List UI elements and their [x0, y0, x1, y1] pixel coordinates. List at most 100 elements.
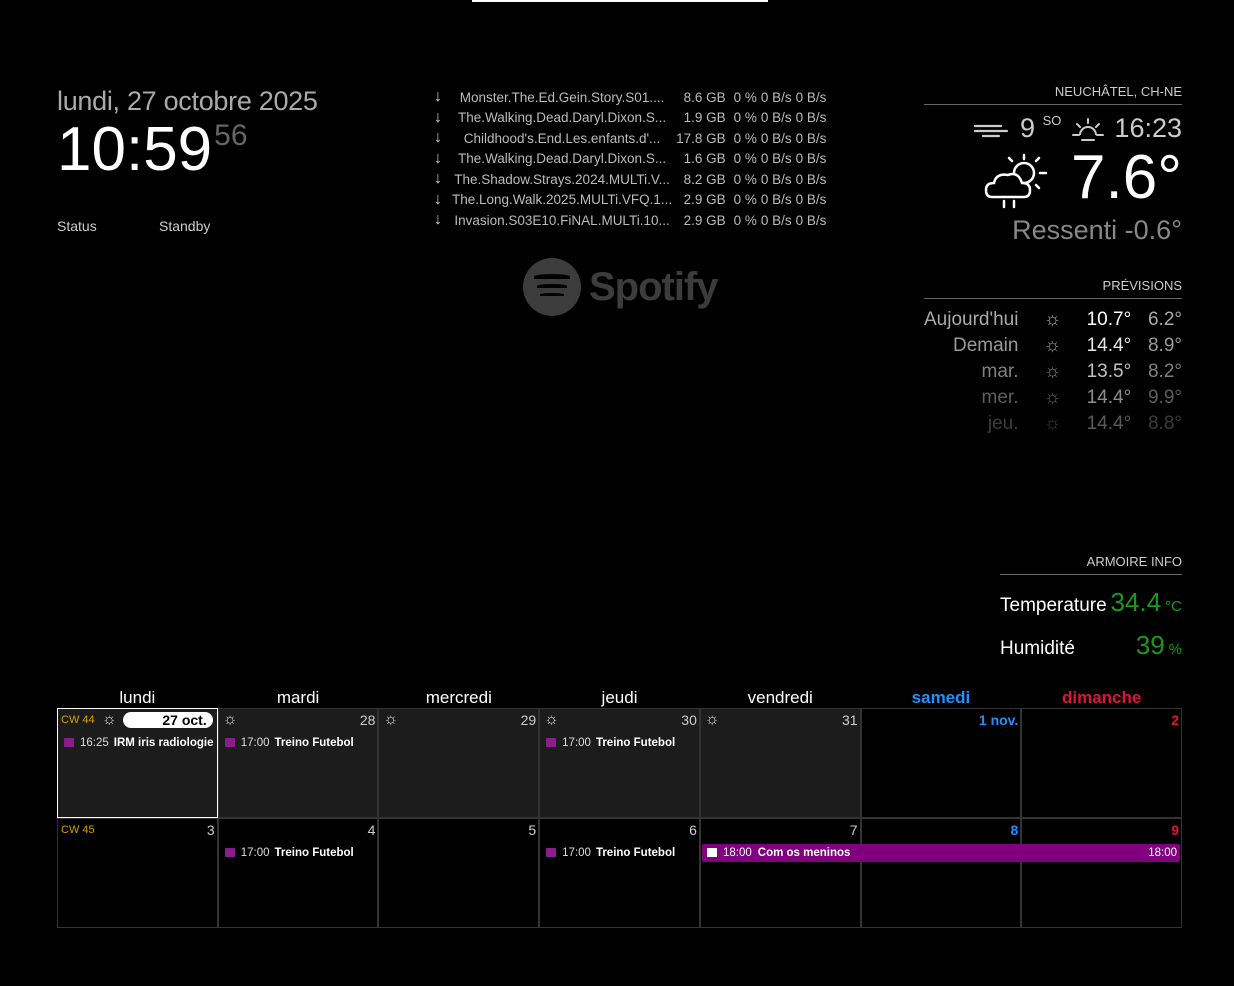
cloud-sun-rain-icon: ☼ [383, 711, 399, 728]
current-date: lundi, 27 octobre 2025 [57, 86, 318, 116]
calendar-day-saturday[interactable]: 8 [860, 818, 1022, 928]
weekday-header: mardi [276, 688, 320, 707]
armoire-temperature-value: 34.4 [1110, 587, 1162, 617]
day-number: 28 [359, 712, 376, 728]
forecast-min: 8.8° [1147, 413, 1182, 434]
day-number: 8 [1010, 822, 1019, 838]
forecast-max: 14.4° [1086, 387, 1132, 408]
forecast-day: Aujourd'hui [924, 309, 1019, 330]
torrent-up: 0 B/s [795, 171, 827, 187]
calendar-icon [546, 848, 557, 858]
torrent-name: The.Walking.Dead.Daryl.Dixon.S... [458, 151, 667, 167]
download-arrow-icon: ↓ [434, 190, 442, 208]
event-time: 16:25 [80, 737, 109, 749]
calendar-event[interactable]: 17:00 Treino Futebol [224, 847, 354, 859]
event-time: 18:00 [723, 847, 752, 859]
rain-sun-cloud-icon [984, 153, 1048, 208]
download-arrow-icon: ↓ [434, 88, 442, 106]
forecast-day: Demain [953, 335, 1019, 356]
forecast-day: mar. [981, 361, 1019, 382]
calendar-day-sunday[interactable]: 2 [1021, 708, 1183, 818]
armoire-info: ARMOIRE INFO Temperature 34.4 °C Humidité… [1000, 554, 1182, 661]
event-title: Treino Futebol [595, 737, 676, 749]
cloud-sun-rain-icon: ☼ [704, 711, 720, 728]
torrent-row: ↓ The.Walking.Dead.Daryl.Dixon.S... 1.6 GB… [428, 149, 830, 170]
event-title: Com os meninos [757, 847, 851, 859]
torrent-progress: 0 % [733, 192, 757, 208]
forecast-row: jeu. ☼ 14.4° 8.8° [924, 411, 1182, 437]
event-time: 17:00 [240, 737, 270, 749]
forecast-max: 13.5° [1086, 361, 1132, 382]
calendar-day-today[interactable]: CW 44 ☼ 27 oct. 16:25 IRM iris radiologie [57, 708, 218, 818]
torrent-list: ↓ Monster.The.Ed.Gein.Story.S01.... 8.6 GB… [428, 87, 830, 231]
torrent-up: 0 B/s [795, 151, 827, 167]
spotify-module: Spotify [523, 258, 719, 316]
torrent-down: 0 B/s [760, 110, 792, 126]
forecast-row: mer. ☼ 14.4° 9.9° [924, 385, 1182, 411]
day-number: 29 [520, 712, 537, 728]
calendar-event[interactable]: 16:25 IRM iris radiologie [64, 737, 213, 749]
torrent-up: 0 B/s [795, 212, 827, 228]
forecast-min: 9.9° [1147, 387, 1182, 408]
armoire-humidity-row: Humidité 39% [1000, 630, 1182, 661]
calendar-event[interactable]: 17:00 Treino Futebol [224, 737, 354, 749]
sunset-icon [1071, 117, 1104, 141]
torrent-down: 0 B/s [760, 192, 792, 208]
torrent-down: 0 B/s [760, 130, 792, 146]
calendar-day[interactable]: 7 [699, 818, 861, 928]
calendar-day[interactable]: CW 45 3 [57, 818, 218, 928]
calendar-week-44: CW 44 ☼ 27 oct. 16:25 IRM iris radiologie… [57, 708, 1183, 818]
day-number: 3 [206, 822, 215, 838]
sun-cloud-icon: ☼ [1043, 335, 1062, 356]
status-value: Standby [159, 218, 211, 234]
calendar-day[interactable]: ☼ 28 17:00 Treino Futebol [217, 708, 379, 818]
forecast-max: 10.7° [1086, 309, 1132, 330]
calendar-day[interactable]: 4 17:00 Treino Futebol [217, 818, 379, 928]
current-time: 10:5956 [57, 119, 318, 181]
calendar-day-sunday[interactable]: 9 [1021, 818, 1183, 928]
weekday-header-saturday: samedi [911, 688, 971, 707]
calendar-day[interactable]: ☼ 29 [378, 708, 540, 818]
torrent-row: ↓ The.Long.Walk.2025.MULTi.VFQ.1... 2.9 GB… [428, 190, 830, 211]
calendar-day[interactable]: ☼ 30 17:00 Treino Futebol [539, 708, 700, 818]
torrent-name: Monster.The.Ed.Gein.Story.S01.... [459, 89, 665, 105]
calendar: lundi mardi mercredi jeudi vendredi same… [57, 688, 1183, 928]
armoire-temperature-unit: °C [1165, 598, 1182, 615]
day-number: 27 oct. [122, 712, 213, 728]
forecast-min: 8.9° [1147, 335, 1182, 356]
weekday-header: lundi [119, 688, 156, 707]
sun-cloud-icon: ☼ [1043, 413, 1062, 434]
download-arrow-icon: ↓ [434, 129, 442, 147]
day-number: 30 [681, 712, 697, 728]
torrent-name: The.Shadow.Strays.2024.MULTi.V... [454, 171, 670, 187]
week-number: CW 45 [61, 824, 95, 836]
weekday-header: mercredi [425, 688, 492, 707]
calendar-day[interactable]: ☼ 31 [699, 708, 861, 818]
armoire-humidity-label: Humidité [1000, 638, 1075, 659]
armoire-humidity-unit: % [1168, 641, 1182, 658]
day-number: 31 [842, 712, 858, 728]
torrent-name: The.Long.Walk.2025.MULTi.VFQ.1... [452, 192, 673, 208]
day-number: 5 [528, 822, 537, 838]
calendar-day-saturday[interactable]: 1 nov. [860, 708, 1022, 818]
calendar-day[interactable]: 6 17:00 Treino Futebol [539, 818, 700, 928]
torrent-down: 0 B/s [760, 212, 792, 228]
day-number: 7 [849, 822, 858, 838]
forecast-row: mar. ☼ 13.5° 8.2° [924, 359, 1182, 385]
calendar-event[interactable]: 17:00 Treino Futebol [546, 737, 675, 749]
cloud-sun-rain-icon: ☼ [1043, 309, 1062, 330]
torrent-size: 1.9 GB [683, 110, 726, 126]
multi-day-event[interactable]: 18:00 Com os meninos 18:00 [702, 844, 1180, 862]
torrent-size: 17.8 GB [676, 130, 726, 146]
spotify-wordmark: Spotify [589, 264, 719, 309]
event-title: IRM iris radiologie [113, 737, 214, 749]
calendar-day[interactable]: 5 [378, 818, 540, 928]
torrent-progress: 0 % [733, 130, 757, 146]
status-label: Status [57, 218, 97, 234]
time-hours-minutes: 10:59 [57, 115, 213, 184]
calendar-event[interactable]: 17:00 Treino Futebol [546, 847, 675, 859]
torrent-row: ↓ The.Shadow.Strays.2024.MULTi.V... 8.2 GB… [428, 169, 830, 190]
spotify-logo-icon [523, 258, 581, 316]
torrent-progress: 0 % [733, 89, 757, 105]
weekday-header: jeudi [601, 688, 638, 707]
